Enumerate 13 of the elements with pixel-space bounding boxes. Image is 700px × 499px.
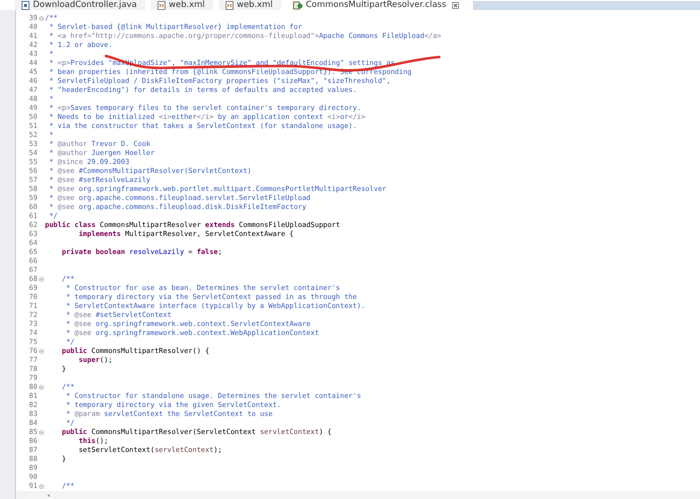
class-file-icon	[292, 0, 303, 10]
fold-icon[interactable]	[39, 484, 44, 489]
fold-icon[interactable]	[39, 277, 44, 282]
fold-icon[interactable]	[39, 430, 44, 435]
fold-icon[interactable]	[39, 16, 44, 21]
scroll-left-icon[interactable]	[46, 492, 51, 498]
close-icon[interactable]	[452, 2, 460, 8]
editor-tab[interactable]: web.xml	[150, 0, 213, 10]
editor-tab[interactable]: web.xml	[218, 0, 281, 10]
editor-tab[interactable]: DownloadController.java	[15, 0, 145, 10]
fold-icon[interactable]	[39, 385, 44, 390]
fold-icon[interactable]	[39, 349, 44, 354]
horizontal-scrollbar[interactable]	[16, 491, 700, 499]
